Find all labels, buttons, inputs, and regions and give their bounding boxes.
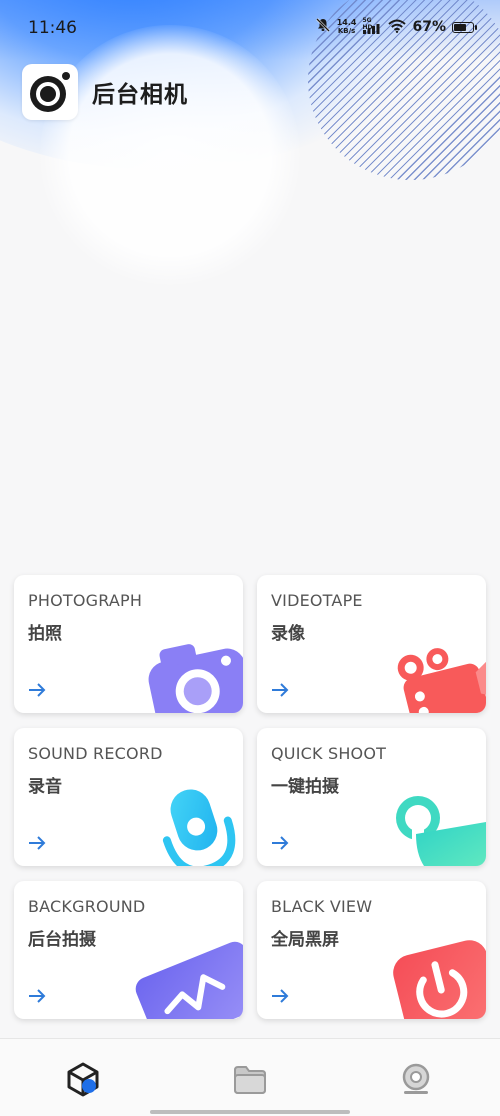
arrow-right-icon	[29, 989, 46, 1003]
camera-icon	[148, 644, 243, 713]
webcam-icon	[402, 1063, 430, 1094]
nav-home[interactable]	[63, 1059, 103, 1099]
status-time: 11:46	[28, 18, 77, 38]
card-title-zh: 录像	[271, 624, 305, 644]
card-title-en: BACKGROUND	[28, 897, 146, 916]
card-title-zh: 一键拍摄	[271, 777, 339, 797]
arrow-right-icon	[29, 683, 46, 697]
card-title-en: BLACK VIEW	[271, 897, 373, 916]
feature-grid: PHOTOGRAPH 拍照 VIDEOTAPE 录像 SOUND RECORD …	[14, 575, 486, 1019]
black-view-card[interactable]: BLACK VIEW 全局黑屏	[257, 881, 486, 1019]
nav-files[interactable]	[230, 1059, 270, 1099]
status-icons: 14.4 KB/s 5G HD 67%	[315, 17, 477, 37]
card-title-en: QUICK SHOOT	[271, 744, 387, 763]
sound-record-card[interactable]: SOUND RECORD 录音	[14, 728, 243, 866]
battery-icon	[452, 21, 477, 33]
card-title-zh: 全局黑屏	[271, 930, 339, 950]
camera-lens-icon	[22, 64, 78, 120]
background-card[interactable]: BACKGROUND 后台拍摄	[14, 881, 243, 1019]
arrow-right-icon	[272, 683, 289, 697]
arrow-right-icon	[29, 836, 46, 850]
nav-camera[interactable]	[396, 1059, 436, 1099]
card-title-en: VIDEOTAPE	[271, 591, 363, 610]
arrow-right-icon	[272, 836, 289, 850]
microphone-icon	[162, 789, 236, 866]
photograph-card[interactable]: PHOTOGRAPH 拍照	[14, 575, 243, 713]
card-title-en: PHOTOGRAPH	[28, 591, 143, 610]
battery-percent: 67%	[412, 19, 446, 35]
wave-card-icon	[135, 941, 243, 1019]
status-bar: 11:46 14.4 KB/s 5G HD 67%	[0, 0, 500, 60]
net-speed-value: 14.4	[336, 18, 357, 27]
app-title: 后台相机	[92, 82, 188, 108]
card-title-en: SOUND RECORD	[28, 744, 163, 763]
app-header: 后台相机	[22, 64, 188, 120]
card-title-zh: 拍照	[28, 624, 62, 644]
card-title-zh: 录音	[28, 777, 62, 797]
power-icon	[393, 940, 486, 1019]
quick-shoot-card[interactable]: QUICK SHOOT 一键拍摄	[257, 728, 486, 866]
home-indicator	[150, 1110, 350, 1114]
mute-bell-icon	[315, 17, 331, 37]
battery-level	[454, 23, 467, 31]
card-title-zh: 后台拍摄	[28, 930, 96, 950]
tap-icon	[396, 796, 486, 866]
video-camera-icon	[397, 648, 486, 713]
arrow-right-icon	[272, 989, 289, 1003]
bottom-navigation	[0, 1038, 500, 1116]
videotape-card[interactable]: VIDEOTAPE 录像	[257, 575, 486, 713]
wifi-icon	[388, 18, 407, 37]
signal-icon: 5G HD	[362, 17, 382, 35]
net-speed: 14.4 KB/s	[336, 18, 357, 36]
folder-icon	[234, 1066, 266, 1094]
home-cube-icon	[67, 1062, 99, 1097]
net-speed-unit: KB/s	[337, 27, 356, 35]
